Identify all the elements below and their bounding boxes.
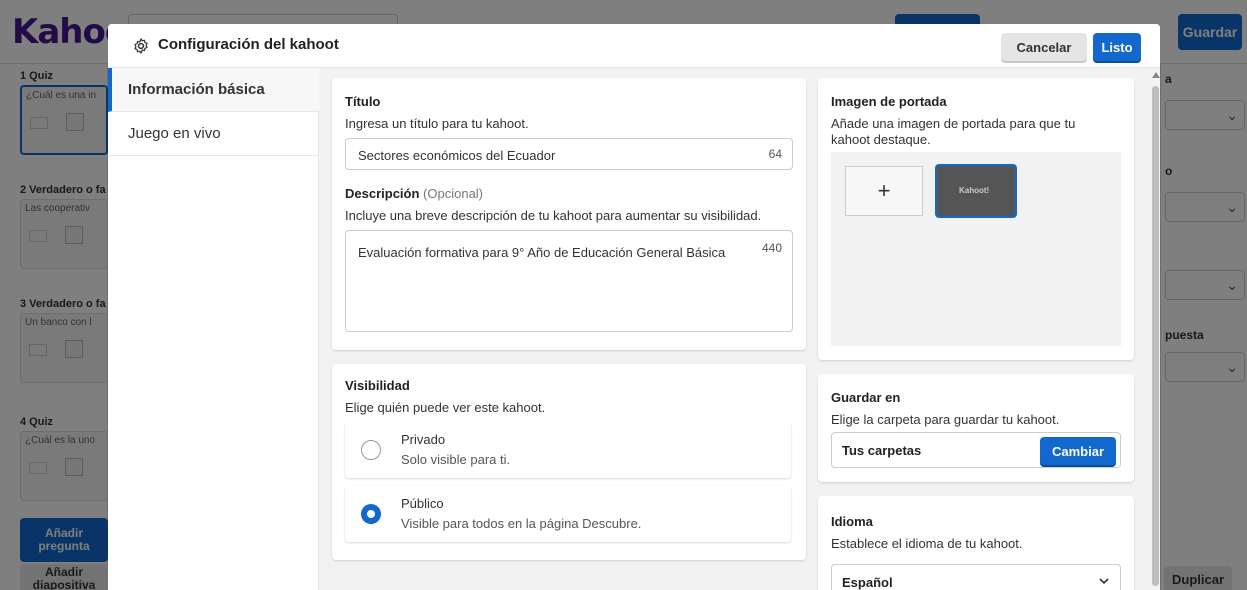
language-select[interactable]: Español <box>831 564 1121 590</box>
nav-item-basic-info[interactable]: Información básica <box>108 68 319 112</box>
visibility-option-public[interactable]: Público Visible para todos en la página … <box>345 486 791 542</box>
optional-label: (Opcional) <box>423 186 484 201</box>
scrollbar-thumb[interactable] <box>1152 86 1159 586</box>
folder-field: Tus carpetas Cambiar <box>831 432 1121 468</box>
description-char-counter: 440 <box>761 241 782 255</box>
description-textarea[interactable]: Evaluación formativa para 9° Año de Educ… <box>345 230 793 332</box>
basic-info-card: Título Ingresa un título para tu kahoot.… <box>332 78 806 350</box>
title-value: Sectores económicos del Ecuador <box>358 148 556 163</box>
radio-public[interactable] <box>361 504 381 524</box>
cover-help: Añade una imagen de portada para que tu … <box>831 116 1076 147</box>
cover-image-card: Imagen de portada Añade una imagen de po… <box>818 78 1134 360</box>
done-button[interactable]: Listo <box>1093 33 1141 61</box>
cancel-button[interactable]: Cancelar <box>1001 33 1087 61</box>
cover-image-thumbnail[interactable]: Kahoot! <box>935 164 1017 218</box>
folder-name: Tus carpetas <box>842 443 922 458</box>
title-input[interactable]: Sectores económicos del Ecuador 64 <box>345 138 793 170</box>
settings-nav: Información básica Juego en vivo <box>108 68 319 590</box>
add-image-button[interactable]: + <box>845 166 923 216</box>
title-help: Ingresa un título para tu kahoot. <box>345 116 529 131</box>
modal-scrollbar[interactable] <box>1151 68 1160 590</box>
description-heading: Descripción (Opcional) <box>345 186 484 201</box>
cover-heading: Imagen de portada <box>831 94 947 109</box>
modal-header: Configuración del kahoot Cancelar Listo <box>108 24 1160 68</box>
visibility-option-private[interactable]: Privado Solo visible para ti. <box>345 422 791 478</box>
visibility-heading: Visibilidad <box>345 378 410 393</box>
change-folder-button[interactable]: Cambiar <box>1040 437 1116 465</box>
description-help: Incluye una breve descripción de tu kaho… <box>345 208 762 223</box>
title-char-counter: 64 <box>768 147 782 161</box>
visibility-card: Visibilidad Elige quién puede ver este k… <box>332 364 806 560</box>
language-value: Español <box>842 575 893 590</box>
save-in-heading: Guardar en <box>831 390 901 405</box>
visibility-help: Elige quién puede ver este kahoot. <box>345 400 546 415</box>
description-value: Evaluación formativa para 9° Año de Educ… <box>358 245 726 260</box>
nav-item-live-game[interactable]: Juego en vivo <box>108 112 319 156</box>
scroll-up-arrow-icon[interactable] <box>1152 72 1160 78</box>
chevron-down-icon <box>1099 578 1109 585</box>
save-in-card: Guardar en Elige la carpeta para guardar… <box>818 374 1134 482</box>
radio-private[interactable] <box>361 440 381 460</box>
language-heading: Idioma <box>831 514 873 529</box>
save-in-help: Elige la carpeta para guardar tu kahoot. <box>831 412 1060 427</box>
gear-icon <box>134 38 148 54</box>
modal-title: Configuración del kahoot <box>158 36 339 53</box>
language-help: Establece el idioma de tu kahoot. <box>831 536 1023 551</box>
language-card: Idioma Establece el idioma de tu kahoot.… <box>818 496 1134 590</box>
title-heading: Título <box>345 94 381 109</box>
cover-image-area: + Kahoot! <box>831 152 1121 346</box>
kahoot-settings-modal: Configuración del kahoot Cancelar Listo … <box>108 24 1160 590</box>
settings-content: Título Ingresa un título para tu kahoot.… <box>319 68 1160 590</box>
thumbnail-logo-text: Kahoot! <box>959 186 990 195</box>
